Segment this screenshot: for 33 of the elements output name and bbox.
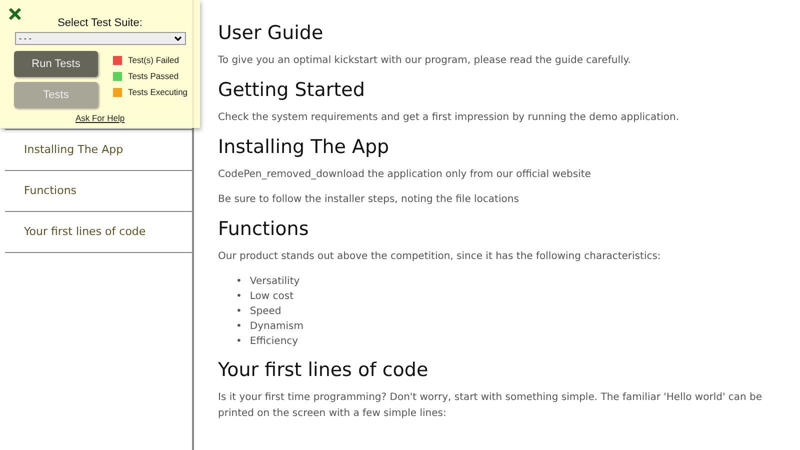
paragraph: Check the system requirements and get a first impression by running the demo application. — [218, 111, 680, 125]
test-button[interactable]: Run Tests — [14, 51, 98, 77]
bullet: • — [236, 305, 242, 319]
bullet: • — [236, 275, 242, 289]
nav-link[interactable]: Your first lines of code — [5, 212, 192, 253]
legend-label: Test(s) Failed — [128, 55, 180, 65]
caret-icon — [174, 36, 182, 41]
paragraph: Is it your first time programming? Don't worry, start with something simple. The familiar 'Hello world' can be printed on the screen with a few simple lines: — [218, 391, 764, 421]
section-heading: Functions — [218, 218, 310, 240]
paragraph: Our product stands out above the competition, since it has the following characteristics: — [218, 250, 662, 264]
paragraph: CodePen_removed_download the application only from our official website — [218, 168, 592, 182]
list-item: Dynamism — [250, 320, 304, 334]
list-item: Versatility — [250, 275, 300, 289]
paragraph: To give you an optimal kickstart with our program, please read the guide carefully. — [218, 54, 632, 68]
section-heading: Getting Started — [218, 79, 366, 101]
bullet: • — [236, 320, 242, 334]
section-heading: Your first lines of code — [218, 359, 430, 381]
list-item: Efficiency — [250, 335, 298, 349]
test-suite-select[interactable]: - - - — [15, 32, 186, 45]
list-item: Low cost — [250, 290, 294, 304]
nav-link[interactable]: Functions — [5, 171, 192, 212]
bullet: • — [236, 290, 242, 304]
nav-link[interactable]: Installing The App — [5, 130, 192, 171]
panel-title: Select Test Suite: — [56, 17, 144, 29]
bullet: • — [236, 335, 242, 349]
help-link[interactable]: Ask For Help — [14, 113, 186, 123]
section-heading: User Guide — [218, 22, 324, 44]
list-item: Speed — [250, 305, 282, 319]
close-icon[interactable] — [8, 7, 22, 21]
legend-label: Tests Passed — [128, 71, 179, 81]
legend-label: Tests Executing — [128, 87, 188, 97]
section-heading: Installing The App — [218, 136, 390, 158]
paragraph: Be sure to follow the installer steps, noting the file locations — [218, 193, 520, 207]
